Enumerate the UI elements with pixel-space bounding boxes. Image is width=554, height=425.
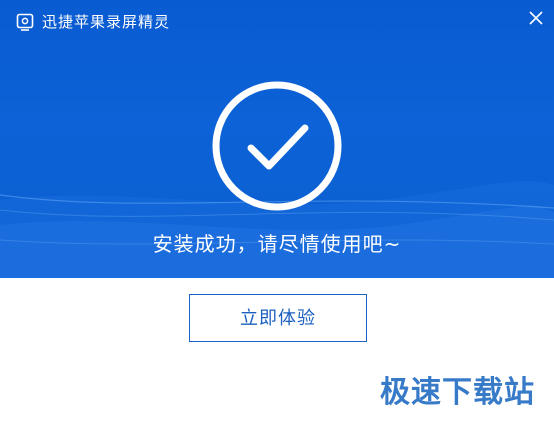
title-bar: 迅捷苹果录屏精灵 bbox=[0, 0, 554, 44]
watermark-logo: 极速下载站 bbox=[380, 375, 535, 410]
try-now-button[interactable]: 立即体验 bbox=[189, 294, 367, 342]
close-icon[interactable] bbox=[524, 6, 548, 30]
check-circle-icon bbox=[212, 81, 342, 211]
window-title: 迅捷苹果录屏精灵 bbox=[42, 13, 171, 31]
success-message: 安装成功，请尽情使用吧~ bbox=[152, 232, 402, 256]
hero-banner: 迅捷苹果录屏精灵 安装成功，请尽情使用吧~ bbox=[0, 0, 554, 278]
screen-record-icon bbox=[16, 13, 34, 31]
